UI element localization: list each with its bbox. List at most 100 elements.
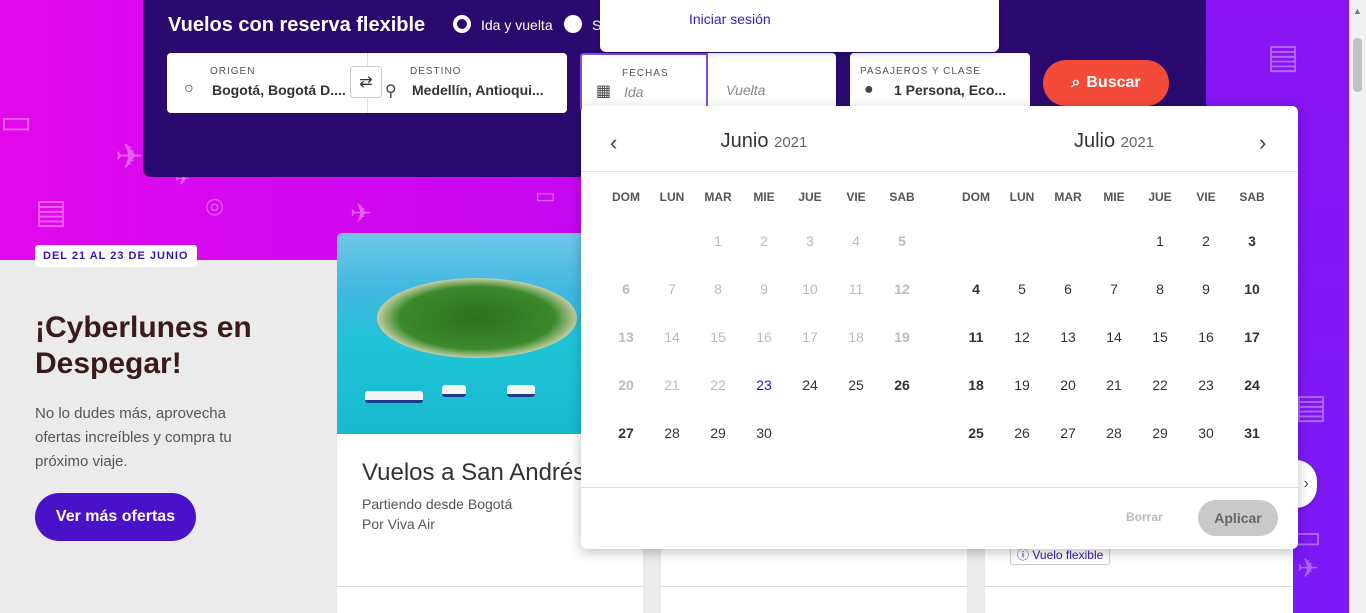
swap-origin-destination-button[interactable]: ⇄ [350,66,382,98]
card-divider [661,586,967,587]
calendar-day[interactable]: 30 [1183,421,1229,445]
calendar-day[interactable]: 28 [1091,421,1137,445]
plane-icon: ✈ [115,138,144,176]
origin-input[interactable]: Bogotá, Bogotá D.... [212,82,352,98]
calendar-day[interactable]: 10 [1229,277,1275,301]
calendar-day[interactable]: 31 [1229,421,1275,445]
calendar-day[interactable]: 20 [1045,373,1091,397]
boat [365,391,423,403]
return-date-input[interactable]: Vuelta [726,82,765,98]
passengers-field[interactable]: PASAJEROS Y CLASE ● 1 Persona, Eco... [850,53,1030,111]
calendar-day[interactable]: 9 [1183,277,1229,301]
calendar-day[interactable]: 23 [1183,373,1229,397]
weekday-header: VIE [846,190,866,204]
ticket-icon: ▭ [535,183,556,208]
month-name: Julio [1073,130,1116,152]
calendar-day[interactable]: 17 [1229,325,1275,349]
destination-input[interactable]: Medellín, Antioqui... [412,82,552,98]
calendar-day[interactable]: 6 [1045,277,1091,301]
calendar-day[interactable]: 26 [999,421,1045,445]
calendar-day[interactable]: 24 [787,373,833,397]
calendar-day[interactable]: 4 [953,277,999,301]
one-way-radio[interactable] [564,15,582,33]
card-title: Vuelos a San Andrés [362,459,586,486]
calendar-day: 3 [806,233,814,249]
destination-label: DESTINO [410,66,462,77]
calendar-day[interactable]: 18 [953,373,999,397]
calendar-day[interactable]: 29 [695,421,741,445]
calendar-day[interactable]: 16 [1183,325,1229,349]
calendar-footer-separator [581,487,1298,488]
month-year: 2021 [1120,134,1155,151]
calendar-day: 22 [710,377,726,393]
calendar-day[interactable]: 24 [1229,373,1275,397]
round-trip-radio[interactable] [453,15,471,33]
calendar-day[interactable]: 7 [1091,277,1137,301]
plane-icon: ✈ [350,198,372,228]
departure-date-input[interactable]: FECHAS ▦ Ida [580,53,708,111]
calendar-day[interactable]: 5 [999,277,1045,301]
dates-field: FECHAS ▦ Ida Vuelta [580,53,836,111]
bed-icon: ▤ [1267,38,1300,76]
calendar-day[interactable]: 3 [1229,229,1275,253]
scroll-thumb[interactable] [1353,38,1362,92]
calendar-day[interactable]: 8 [1137,277,1183,301]
calendar-day: 18 [848,329,864,345]
search-title: Vuelos con reserva flexible [168,14,426,36]
scrollbar[interactable]: ▲ [1349,0,1366,613]
island-shape [377,278,577,358]
clear-dates-button[interactable]: Borrar [1126,510,1163,524]
calendar-day[interactable]: 14 [1091,325,1137,349]
month-title-june: Junio 2021 [614,130,914,153]
card-origin: Partiendo desde Bogotá [362,496,513,512]
calendar-day: 15 [710,329,726,345]
promo-description: No lo dudes más, aprovecha ofertas incre… [35,405,232,470]
apply-dates-button[interactable]: Aplicar [1198,500,1278,536]
login-link[interactable]: Iniciar sesión [689,11,771,27]
calendar-day[interactable]: 25 [833,373,879,397]
bed-icon: ▤ [1295,388,1328,426]
weekday-header: DOM [612,190,640,204]
round-trip-label[interactable]: Ida y vuelta [481,17,553,33]
calendar-separator [581,171,1298,172]
calendar-day: 10 [802,281,818,297]
calendar-day[interactable]: 29 [1137,421,1183,445]
origin-circle-icon: ○ [184,80,194,97]
weekday-header: JUE [1148,190,1172,204]
bed-icon: ▤ [35,193,68,231]
search-button[interactable]: ⌕ Buscar [1043,60,1169,106]
calendar-day[interactable]: 25 [953,421,999,445]
calendar-day[interactable]: 11 [953,325,999,349]
person-icon: ● [864,81,874,98]
calendar-day: 1 [714,233,722,249]
calendar-day[interactable]: 27 [603,421,649,445]
calendar-day[interactable]: 12 [999,325,1045,349]
calendar-day: 8 [714,281,722,297]
calendar-day[interactable]: 26 [879,373,925,397]
calendar-day[interactable]: 1 [1137,229,1183,253]
calendar-day[interactable]: 2 [1183,229,1229,253]
weekday-header: SAB [889,190,915,204]
calendar-day: 19 [894,329,910,345]
suitcase-icon: ▭ [0,103,33,141]
calendar-day[interactable]: 22 [1137,373,1183,397]
calendar-day: 14 [664,329,680,345]
calendar-day[interactable]: 13 [1045,325,1091,349]
calendar-day[interactable]: 23 [741,373,787,397]
see-more-offers-button[interactable]: Ver más ofertas [35,493,196,541]
origin-label: ORIGEN [210,66,256,77]
calendar-day[interactable]: 27 [1045,421,1091,445]
month-name: Junio [720,130,769,152]
calendar-day[interactable]: 28 [649,421,695,445]
scroll-up-icon[interactable]: ▲ [1353,6,1362,16]
search-icon: ⌕ [1071,74,1081,91]
calendar-day[interactable]: 15 [1137,325,1183,349]
calendar-day[interactable]: 19 [999,373,1045,397]
location-pin-icon: ⚲ [385,83,397,100]
departure-placeholder: Ida [624,84,644,100]
weekday-header: LUN [1009,190,1035,204]
calendar-day: 16 [756,329,772,345]
calendar-day[interactable]: 30 [741,421,787,445]
weekday-header: SAB [1239,190,1265,204]
calendar-day[interactable]: 21 [1091,373,1137,397]
